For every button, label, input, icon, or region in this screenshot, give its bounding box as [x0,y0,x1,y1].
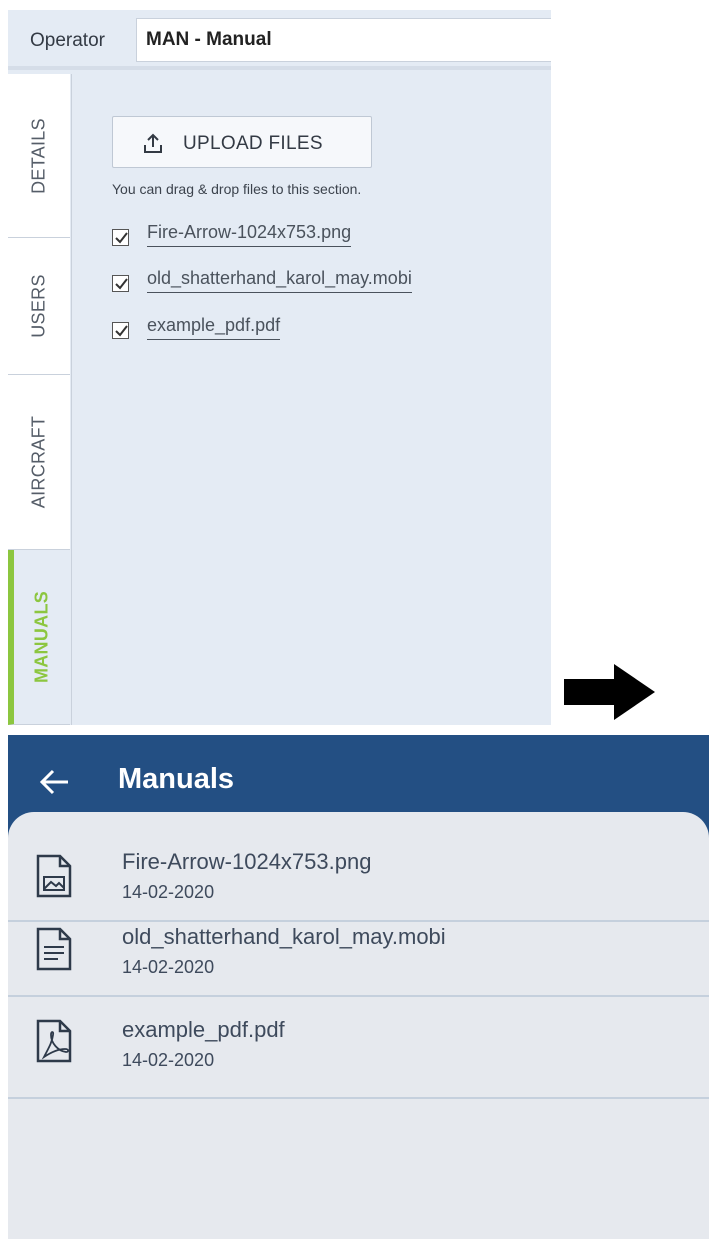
vertical-tabs: DETAILS USERS AIRCRAFT MANUALS [8,74,72,725]
manuals-list: Fire-Arrow-1024x753.png 14-02-2020 old_s… [8,812,709,1239]
crew-edit-panel: Operator MAN - Manual DETAILS USERS AIRC… [8,10,551,725]
check-icon [115,278,128,290]
drag-drop-hint: You can drag & drop files to this sectio… [112,181,362,197]
tab-aircraft-label: AIRCRAFT [28,415,49,509]
operator-select[interactable]: MAN - Manual [136,18,551,62]
file-checkbox[interactable] [112,229,129,246]
tab-users[interactable]: USERS [8,238,70,375]
tab-users-label: USERS [28,274,49,338]
tab-aircraft[interactable]: AIRCRAFT [8,375,70,550]
check-icon [115,232,128,244]
text-file-icon [36,927,72,971]
item-name: old_shatterhand_karol_may.mobi [122,924,446,949]
tab-details[interactable]: DETAILS [8,74,70,238]
item-name: example_pdf.pdf [122,1017,285,1042]
file-name-link[interactable]: Fire-Arrow-1024x753.png [147,222,352,247]
tab-manuals[interactable]: MANUALS [8,550,70,725]
check-icon [115,325,128,337]
tab-details-label: DETAILS [28,117,49,194]
upload-icon [144,133,162,153]
item-date: 14-02-2020 [122,1050,215,1070]
list-item[interactable]: old_shatterhand_karol_may.mobi 14-02-202… [8,922,709,997]
file-name-link[interactable]: example_pdf.pdf [147,315,281,340]
image-file-icon [36,854,72,898]
pdf-file-icon [36,1019,72,1063]
item-date: 14-02-2020 [122,957,215,977]
item-date: 14-02-2020 [122,882,215,902]
operator-label: Operator [30,30,105,51]
arrow-right-icon [564,664,655,720]
file-checkbox[interactable] [112,275,129,292]
list-item[interactable]: Fire-Arrow-1024x753.png 14-02-2020 [8,812,709,922]
back-arrow-icon[interactable] [38,765,72,799]
list-item[interactable]: example_pdf.pdf 14-02-2020 [8,997,709,1099]
upload-files-button[interactable]: UPLOAD FILES [112,116,372,168]
page-title: Manuals [118,763,235,795]
operator-row: Operator MAN - Manual [8,10,551,70]
file-checkbox[interactable] [112,322,129,339]
item-name: Fire-Arrow-1024x753.png [122,849,372,874]
file-name-link[interactable]: old_shatterhand_karol_may.mobi [147,268,412,293]
upload-files-label: UPLOAD FILES [183,133,323,154]
tab-manuals-label: MANUALS [31,590,52,684]
